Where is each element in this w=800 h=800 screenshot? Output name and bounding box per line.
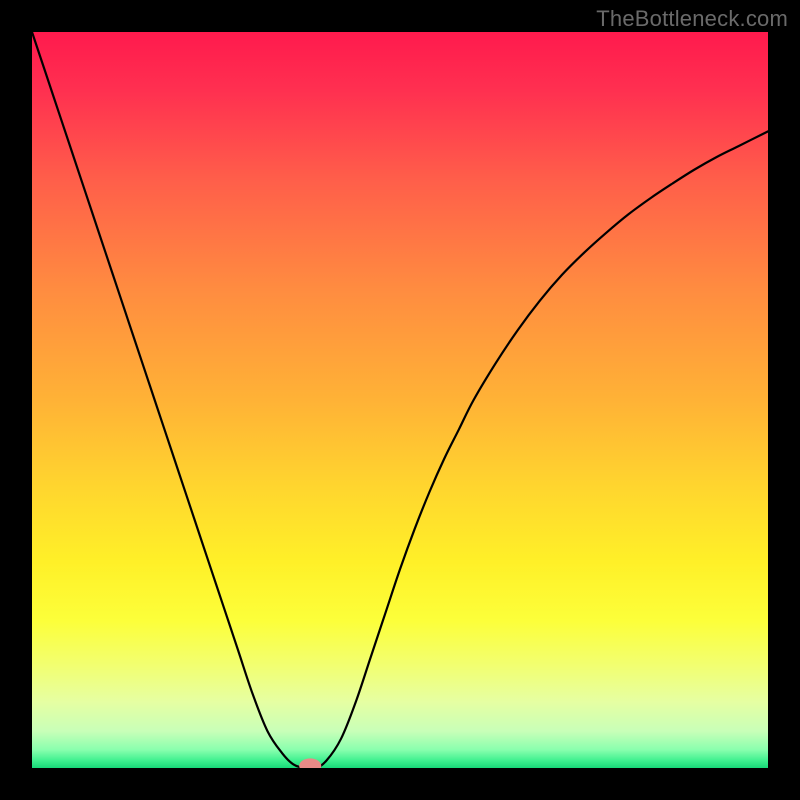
gradient-background (32, 32, 768, 768)
chart-frame: TheBottleneck.com (0, 0, 800, 800)
bottleneck-chart (32, 32, 768, 768)
plot-area (32, 32, 768, 768)
watermark-text: TheBottleneck.com (596, 6, 788, 32)
